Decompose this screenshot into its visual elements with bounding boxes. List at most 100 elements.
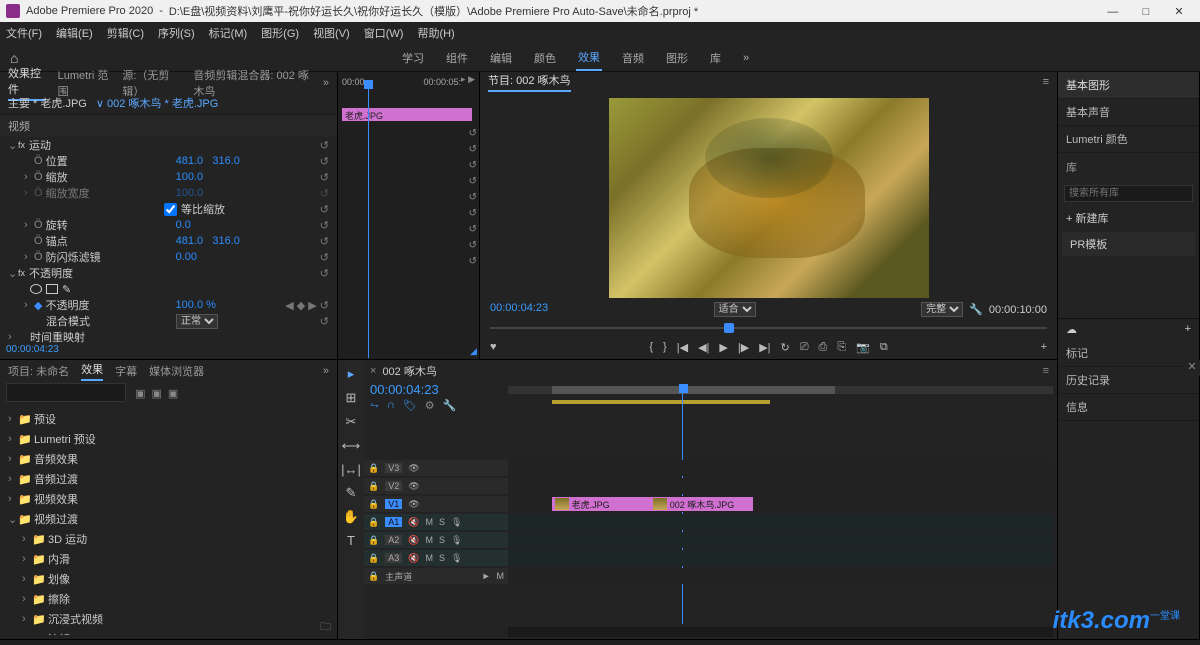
position-y[interactable]: 316.0 [212,155,240,167]
menu-file[interactable]: 文件(F) [6,25,42,41]
track-select-tool-icon[interactable]: ⊞ [346,390,357,406]
extract-icon[interactable]: ⎙ [819,341,828,354]
uniform-scale-checkbox[interactable] [164,203,177,216]
mark-in-icon[interactable]: { [649,341,653,354]
tree-node[interactable]: ›📁沉浸式视频 [0,609,337,629]
menu-view[interactable]: 视图(V) [313,25,350,41]
hand-tool-icon[interactable]: ✋ [343,509,359,525]
track-lane-v1[interactable]: 老虎.JPG 002 啄木鸟.JPG [508,496,1053,512]
marker-icon[interactable]: 🏷 [403,399,417,412]
tree-node[interactable]: ⌄📁视频过渡 [0,509,337,529]
effect-controls-timeline[interactable]: ▸ ▶ 00:00 00:00:05: 老虎.JPG ↺↺↺↺↺↺↺↺↺ [338,72,480,360]
menu-sequence[interactable]: 序列(S) [158,25,195,41]
opacity-section-label[interactable]: 不透明度 [29,265,159,281]
slip-tool-icon[interactable]: |↔| [341,462,361,477]
rotation-value[interactable]: 0.0 [176,219,191,231]
tree-node[interactable]: ›📁预设 [0,409,337,429]
linked-sel-icon[interactable]: ∩ [387,399,395,412]
clip-woodpecker[interactable]: 002 啄木鸟.JPG [650,497,754,511]
ws-assembly[interactable]: 组件 [444,46,470,70]
razor-tool-icon[interactable]: ⟷ [342,438,361,454]
reset-icon[interactable]: ↺ [320,139,329,152]
ws-learn[interactable]: 学习 [400,46,426,70]
mask-rect-icon[interactable] [46,284,58,294]
menu-window[interactable]: 窗口(W) [364,25,404,41]
new-library-button[interactable]: + 新建库 [1066,210,1108,226]
timeremap-label[interactable]: 时间重映射 [30,329,160,345]
selection-tool-icon[interactable]: ▸ [348,366,355,382]
effctrl-clip-bar[interactable]: 老虎.JPG [342,108,472,121]
track-lane-v3[interactable] [508,460,1053,476]
home-icon[interactable]: ⌂ [10,50,18,66]
chip-accel-icon[interactable]: ▣ [135,387,145,400]
panel-menu-icon[interactable]: » [323,77,329,89]
track-a2[interactable]: A2 [385,535,402,545]
mask-ellipse-icon[interactable] [30,284,42,294]
menu-clip[interactable]: 剪辑(C) [107,25,144,41]
button-editor-icon[interactable]: + [1041,341,1047,354]
antiflicker-value[interactable]: 0.00 [176,251,197,263]
panel-menu-icon[interactable]: ≡ [1043,76,1049,88]
tab-essential-graphics[interactable]: 基本图形 [1058,72,1199,99]
tree-node[interactable]: ›📁音频过渡 [0,469,337,489]
track-v3[interactable]: V3 [385,463,402,473]
window-maximize[interactable]: □ [1131,6,1161,18]
wrench-icon[interactable]: 🔧 [969,303,983,316]
ws-audio[interactable]: 音频 [620,46,646,70]
wrench-icon[interactable]: 🔧 [443,399,457,412]
program-viewer[interactable] [609,98,929,298]
sequence-name[interactable]: 002 啄木鸟 [382,363,436,379]
play-icon[interactable]: ▶ [719,341,727,354]
tree-node[interactable]: ›📁擦除 [0,589,337,609]
tree-node[interactable]: ›📁Lumetri 预设 [0,429,337,449]
tree-node[interactable]: ›📁内滑 [0,549,337,569]
track-lane-a3[interactable] [508,550,1053,566]
window-minimize[interactable]: — [1098,6,1128,18]
window-close[interactable]: ✕ [1164,5,1194,18]
track-lane-a1[interactable] [508,514,1053,530]
tab-project[interactable]: 项目: 未命名 [8,363,69,379]
panel-close-icon[interactable]: ✕ [1184,360,1200,376]
step-fwd-icon[interactable]: |▶ [738,341,749,354]
cloud-icon[interactable]: ☁ [1066,323,1077,336]
tab-captions[interactable]: 字幕 [115,363,137,379]
type-tool-icon[interactable]: T [347,533,355,548]
step-back-icon[interactable]: ◀| [698,341,709,354]
lock-icon[interactable]: 🔒 [368,463,379,474]
panel-resize-icon[interactable]: ◢ [470,346,477,357]
panel-menu-icon[interactable]: ≡ [1043,365,1049,377]
menu-help[interactable]: 帮助(H) [417,25,454,41]
blend-mode-select[interactable]: 正常 [176,314,218,329]
comparison-icon[interactable]: ⧉ [880,341,888,354]
track-v2[interactable]: V2 [385,481,402,491]
loop-icon[interactable]: ↻ [781,341,790,354]
track-master[interactable]: 主声道 [385,570,412,583]
zoom-fit-select[interactable]: 适合 [714,302,756,317]
opacity-value[interactable]: 100.0 % [176,299,216,311]
track-a3[interactable]: A3 [385,553,402,563]
ripple-tool-icon[interactable]: ✂ [346,414,357,430]
track-lane-a2[interactable] [508,532,1053,548]
fx-icon[interactable]: fx [18,140,25,150]
settings-icon[interactable]: ⚙ [425,399,435,412]
menu-marker[interactable]: 标记(M) [209,25,248,41]
library-item[interactable]: PR模板 [1062,232,1195,256]
seq-clip-label[interactable]: 002 啄木鸟 * 老虎.JPG [107,98,218,110]
fx-icon-2[interactable]: fx [18,268,25,278]
tree-node[interactable]: ⌄📁溶解 [0,629,337,635]
eye-icon[interactable]: 👁 [408,463,419,474]
ws-effects[interactable]: 效果 [576,45,602,71]
libraries-label[interactable]: 库 [1058,153,1199,181]
menu-edit[interactable]: 编辑(E) [56,25,93,41]
track-lane-v2[interactable] [508,478,1053,494]
go-to-in-icon[interactable]: |◀ [677,341,688,354]
clip-tiger[interactable]: 老虎.JPG [552,497,650,511]
program-title[interactable]: 节目: 002 啄木鸟 [488,72,571,92]
program-scrubber[interactable] [490,321,1047,335]
timeline-zoom-bar[interactable] [508,386,1053,394]
ws-edit[interactable]: 编辑 [488,46,514,70]
playback-quality-select[interactable]: 完整 [921,302,963,317]
insert-icon[interactable]: ⎘ [837,341,846,354]
ws-graphics[interactable]: 图形 [664,46,690,70]
tab-markers[interactable]: 标记 [1058,340,1199,367]
